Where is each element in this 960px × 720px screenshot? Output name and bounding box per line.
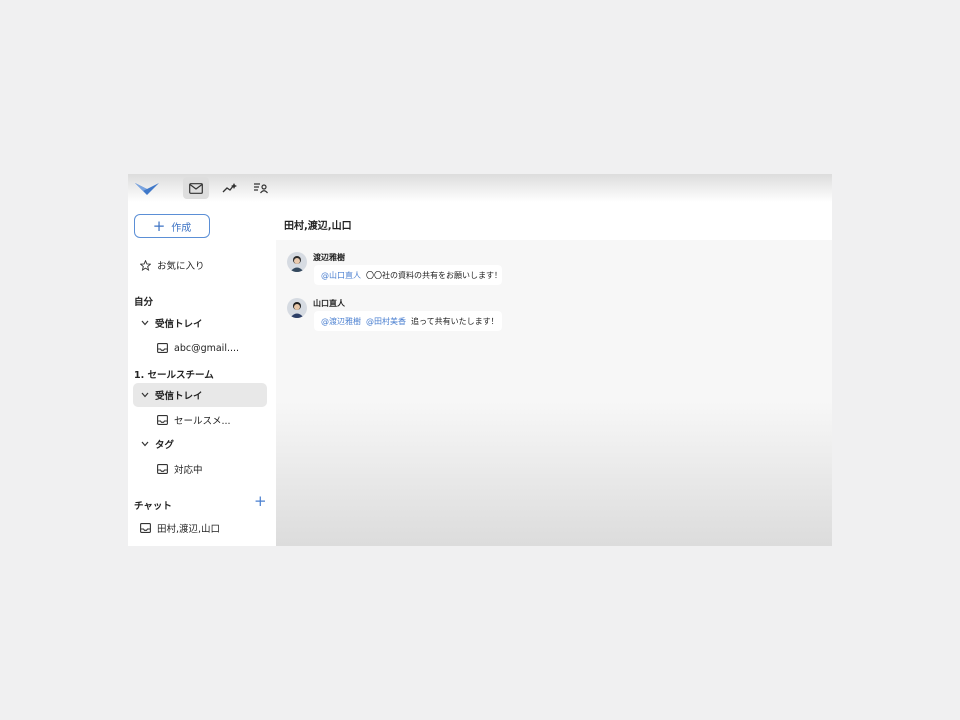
- team-inbox-label: 受信トレイ: [155, 391, 203, 402]
- chevron-down-icon: [141, 320, 149, 326]
- sidebar: + 作成 お気に入り 自分 受信トレイ abc@gmail.... 1. セール…: [128, 202, 276, 546]
- message-text: 追って共有いたします！: [411, 316, 499, 326]
- message-sender: 渡辺雅樹: [313, 253, 345, 262]
- self-inbox-label: 受信トレイ: [155, 319, 203, 330]
- sidebar-item-chat-group[interactable]: 田村,渡辺,山口: [133, 516, 267, 540]
- self-account-label: abc@gmail....: [174, 342, 240, 354]
- inbox-tray-icon: [157, 343, 168, 353]
- inbox-tray-icon: [157, 464, 168, 474]
- sidebar-item-self-account[interactable]: abc@gmail....: [133, 336, 267, 360]
- chat-header: 田村,渡辺,山口: [276, 202, 832, 240]
- sidebar-item-tag-in-progress[interactable]: 対応中: [133, 457, 267, 481]
- analytics-icon: [222, 179, 238, 198]
- chat-title: 田村,渡辺,山口: [284, 221, 352, 232]
- contacts-icon: [253, 179, 268, 198]
- section-heading-chat: チャット: [134, 501, 172, 512]
- plus-icon: +: [152, 216, 166, 235]
- star-icon: [140, 259, 151, 271]
- avatar[interactable]: [287, 252, 307, 272]
- tags-label: タグ: [155, 440, 175, 451]
- message-text: 〇〇社の資料の共有をお願いします！: [366, 270, 502, 280]
- mention-link[interactable]: @山口直人: [321, 270, 361, 281]
- app-window: + 作成 お気に入り 自分 受信トレイ abc@gmail.... 1. セール…: [128, 174, 832, 546]
- section-heading-self: 自分: [134, 297, 154, 308]
- mail-nav-button[interactable]: [183, 177, 209, 199]
- sidebar-item-tags[interactable]: タグ: [133, 432, 267, 456]
- message-bubble: @山口直人 〇〇社の資料の共有をお願いします！: [314, 265, 502, 285]
- section-heading-team: 1. セールスチーム: [134, 370, 214, 381]
- sidebar-item-self-inbox[interactable]: 受信トレイ: [133, 311, 267, 335]
- inbox-tray-icon: [157, 415, 168, 425]
- chevron-down-icon: [141, 441, 149, 447]
- mention-link[interactable]: @田村美香: [366, 316, 406, 327]
- top-navigation-bar: [128, 174, 832, 202]
- chat-item-label: 田村,渡辺,山口: [157, 524, 221, 535]
- sidebar-item-team-inbox[interactable]: 受信トレイ: [133, 383, 267, 407]
- mention-link[interactable]: @渡辺雅樹: [321, 316, 361, 327]
- sidebar-item-team-account[interactable]: セールスメ...: [133, 408, 267, 432]
- compose-button[interactable]: + 作成: [134, 214, 210, 238]
- message-bubble: @渡辺雅樹 @田村美香 追って共有いたします！: [314, 311, 502, 331]
- inbox-tray-icon: [140, 523, 151, 533]
- team-account-label: セールスメ...: [174, 416, 231, 427]
- chat-main-panel: 田村,渡辺,山口 渡辺雅樹 @山口直人 〇〇社の資料の共有をお願いします！ 山口…: [276, 202, 832, 546]
- compose-label: 作成: [171, 222, 192, 234]
- analytics-nav-button[interactable]: [217, 177, 243, 199]
- message-sender: 山口直人: [313, 299, 345, 308]
- add-chat-plus-icon[interactable]: +: [254, 492, 267, 510]
- avatar[interactable]: [287, 298, 307, 318]
- tag-item-label: 対応中: [174, 465, 203, 476]
- logo-icon[interactable]: [134, 180, 160, 200]
- favorites-label: お気に入り: [157, 261, 205, 272]
- sidebar-item-favorites[interactable]: お気に入り: [133, 253, 267, 277]
- mail-icon: [189, 179, 203, 198]
- chevron-down-icon: [141, 392, 149, 398]
- contacts-nav-button[interactable]: [247, 177, 273, 199]
